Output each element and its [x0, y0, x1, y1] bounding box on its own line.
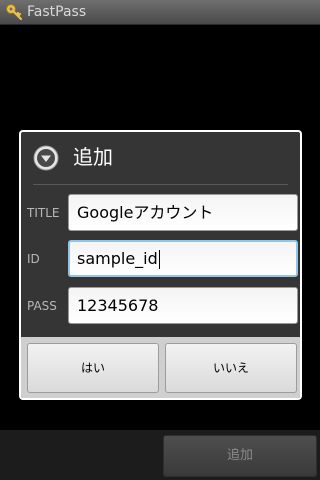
- key-icon: [5, 3, 23, 21]
- id-label: ID: [27, 252, 40, 266]
- dialog-body: 追加 TITLE Googleアカウント ID sample_id PASS 1…: [21, 132, 300, 398]
- text-caret: [158, 250, 160, 269]
- no-button[interactable]: いいえ: [165, 343, 297, 393]
- pass-label: PASS: [27, 299, 57, 313]
- id-field[interactable]: sample_id: [68, 240, 298, 277]
- app-title-bar: FastPass: [0, 0, 320, 25]
- chevron-down-circle-icon: [33, 145, 59, 171]
- dialog-title: 追加: [73, 145, 113, 169]
- pass-field[interactable]: 12345678: [68, 287, 298, 324]
- yes-button[interactable]: はい: [27, 343, 159, 393]
- id-field-value: sample_id: [77, 249, 158, 268]
- add-dialog: 追加 TITLE Googleアカウント ID sample_id PASS 1…: [19, 130, 302, 400]
- app-title: FastPass: [27, 4, 87, 20]
- dialog-button-bar: はい いいえ: [21, 337, 300, 398]
- title-label: TITLE: [27, 206, 60, 220]
- bottom-add-button[interactable]: 追加: [163, 435, 317, 477]
- screen: FastPass 追加 追加 TITLE Googleアカウント ID samp…: [0, 0, 320, 480]
- dialog-header: 追加: [21, 132, 300, 182]
- title-field[interactable]: Googleアカウント: [68, 194, 298, 231]
- dialog-divider: [33, 184, 288, 185]
